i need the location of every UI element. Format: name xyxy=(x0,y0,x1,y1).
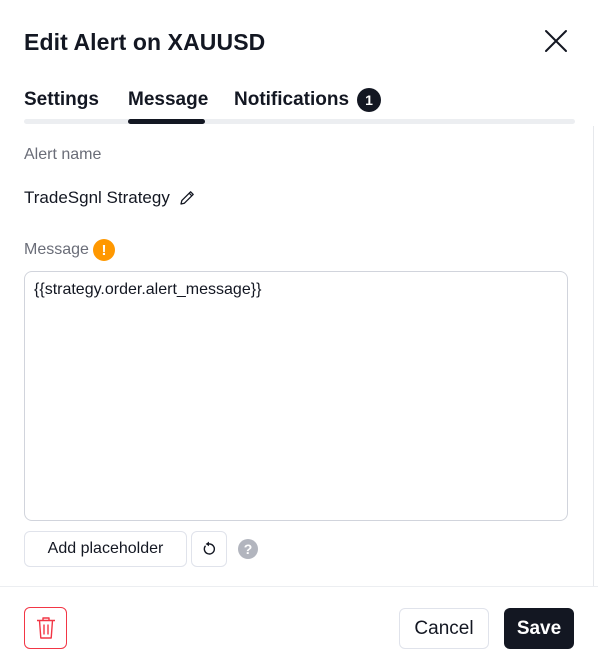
pencil-icon[interactable] xyxy=(178,189,196,207)
footer-divider xyxy=(0,586,598,587)
close-button[interactable] xyxy=(541,26,571,56)
help-icon[interactable]: ? xyxy=(238,539,258,559)
tab-message[interactable]: Message xyxy=(128,88,208,112)
cancel-button[interactable]: Cancel xyxy=(399,608,489,649)
reset-icon xyxy=(201,541,217,557)
reset-message-button[interactable] xyxy=(191,531,227,567)
notifications-count-badge: 1 xyxy=(357,88,381,112)
scroll-track xyxy=(593,126,594,586)
warning-icon[interactable]: ! xyxy=(93,239,115,261)
tab-notifications[interactable]: Notifications xyxy=(234,88,349,112)
close-icon xyxy=(544,29,568,53)
message-textarea[interactable]: {{strategy.order.alert_message}} xyxy=(24,271,568,521)
tab-bar: Settings Message Notifications 1 xyxy=(24,84,575,126)
alert-name-label: Alert name xyxy=(24,146,102,163)
dialog-title: Edit Alert on XAUUSD xyxy=(24,29,266,55)
alert-name-value: TradeSgnl Strategy xyxy=(24,188,170,207)
message-label: Message xyxy=(24,241,89,258)
add-placeholder-button[interactable]: Add placeholder xyxy=(24,531,187,567)
active-tab-indicator xyxy=(128,119,205,124)
tab-settings[interactable]: Settings xyxy=(24,88,99,112)
delete-alert-button[interactable] xyxy=(24,607,67,649)
save-button[interactable]: Save xyxy=(504,608,574,649)
tab-rail xyxy=(24,119,575,124)
edit-alert-dialog: Edit Alert on XAUUSD Settings Message No… xyxy=(0,0,598,669)
trash-icon xyxy=(36,616,56,640)
